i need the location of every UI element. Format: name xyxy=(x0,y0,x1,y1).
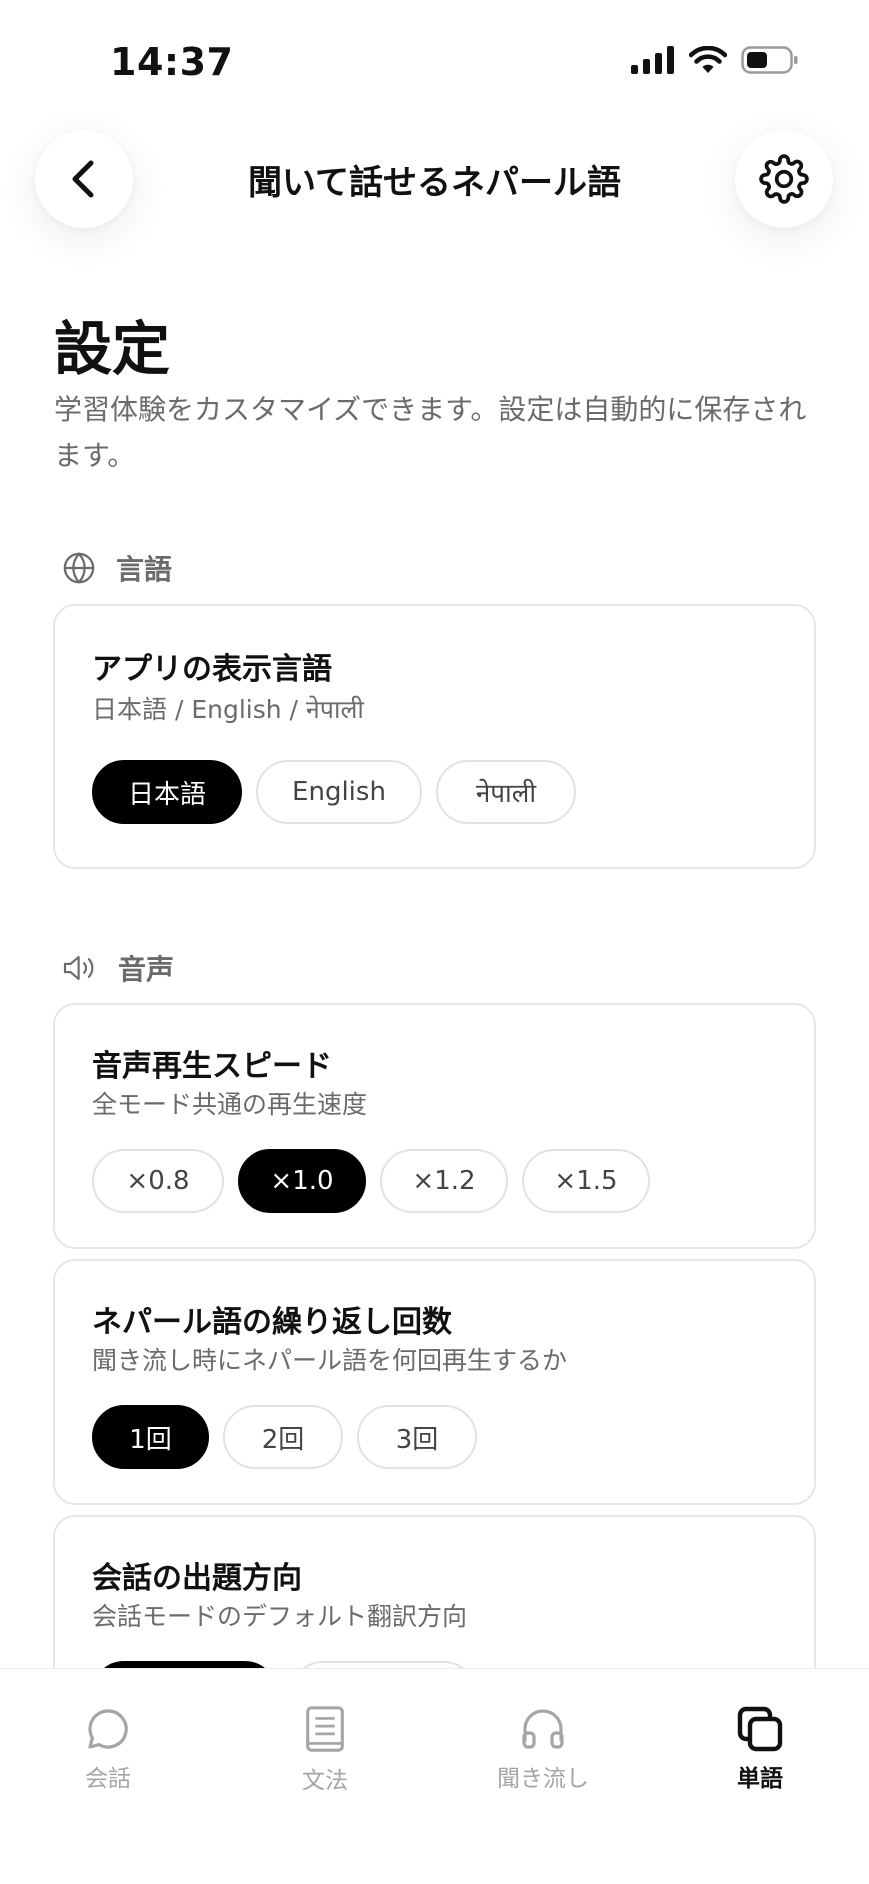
display-language-card: アプリの表示言語 日本語 / English / नेपाली 日本語 Engl… xyxy=(53,604,816,869)
chat-bubble-icon xyxy=(88,1709,128,1749)
tab-label: 文法 xyxy=(302,1768,348,1794)
speed-option-1-2[interactable]: ×1.2 xyxy=(380,1149,508,1213)
tab-label: 聞き流し xyxy=(497,1766,589,1792)
speed-option-0-8[interactable]: ×0.8 xyxy=(92,1149,224,1213)
repeat-option-2[interactable]: 2回 xyxy=(223,1405,343,1469)
wifi-icon xyxy=(689,46,727,73)
tab-vocabulary[interactable]: 単語 xyxy=(700,1705,820,1793)
stacked-cards-icon xyxy=(737,1706,783,1752)
repeat-count-card: ネパール語の繰り返し回数 聞き流し時にネパール語を何回再生するか 1回 2回 3… xyxy=(53,1259,816,1505)
tab-listening[interactable]: 聞き流し xyxy=(483,1705,603,1793)
headphones-icon xyxy=(522,1709,564,1749)
book-icon xyxy=(306,1706,344,1752)
cellular-signal-icon xyxy=(631,46,674,74)
card-subtitle: 会話モードのデフォルト翻訳方向 xyxy=(92,1602,468,1631)
section-heading-language: 言語 xyxy=(62,548,172,588)
status-icons xyxy=(631,46,799,74)
battery-icon xyxy=(741,46,798,74)
page-description: 学習体験をカスタマイズできます。設定は自動的に保存されます。 xyxy=(54,393,807,472)
language-option-nepali[interactable]: नेपाली xyxy=(436,760,576,824)
tab-label: 単語 xyxy=(737,1766,783,1792)
card-title: 音声再生スピード xyxy=(92,1049,332,1084)
app-header: 聞いて話せるネパール語 xyxy=(0,125,869,235)
card-subtitle: 日本語 / English / नेपाली xyxy=(92,695,364,724)
gear-icon xyxy=(759,154,809,204)
repeat-option-3[interactable]: 3回 xyxy=(357,1405,477,1469)
card-subtitle: 聞き流し時にネパール語を何回再生するか xyxy=(92,1346,568,1375)
tab-label: 会話 xyxy=(85,1766,131,1792)
settings-button[interactable] xyxy=(735,130,833,228)
card-title: 会話の出題方向 xyxy=(92,1561,302,1596)
repeat-option-1[interactable]: 1回 xyxy=(92,1405,209,1469)
speed-option-1-5[interactable]: ×1.5 xyxy=(522,1149,650,1213)
globe-icon xyxy=(63,552,95,584)
speed-options: ×0.8 ×1.0 ×1.2 ×1.5 xyxy=(92,1149,650,1213)
card-title: アプリの表示言語 xyxy=(92,652,332,687)
language-option-japanese[interactable]: 日本語 xyxy=(92,760,242,824)
section-heading-label: 言語 xyxy=(116,553,173,586)
status-time: 14:37 xyxy=(110,40,234,84)
tab-grammar[interactable]: 文法 xyxy=(265,1705,385,1795)
page-title: 設定 xyxy=(54,315,171,383)
language-options: 日本語 English नेपाली xyxy=(92,760,576,824)
speed-option-1-0[interactable]: ×1.0 xyxy=(238,1149,366,1213)
language-option-english[interactable]: English xyxy=(256,760,422,824)
card-title: ネパール語の繰り返し回数 xyxy=(92,1305,452,1340)
section-heading-label: 音声 xyxy=(118,953,175,986)
status-bar: 14:37 xyxy=(0,0,869,120)
bottom-tab-bar: 会話 文法 聞き流し 単語 xyxy=(0,1668,869,1884)
card-subtitle: 全モード共通の再生速度 xyxy=(92,1090,368,1119)
playback-speed-card: 音声再生スピード 全モード共通の再生速度 ×0.8 ×1.0 ×1.2 ×1.5 xyxy=(53,1003,816,1249)
speaker-icon xyxy=(63,956,94,980)
repeat-options: 1回 2回 3回 xyxy=(92,1405,477,1469)
tab-conversation[interactable]: 会話 xyxy=(48,1705,168,1793)
section-heading-audio: 音声 xyxy=(62,948,174,988)
